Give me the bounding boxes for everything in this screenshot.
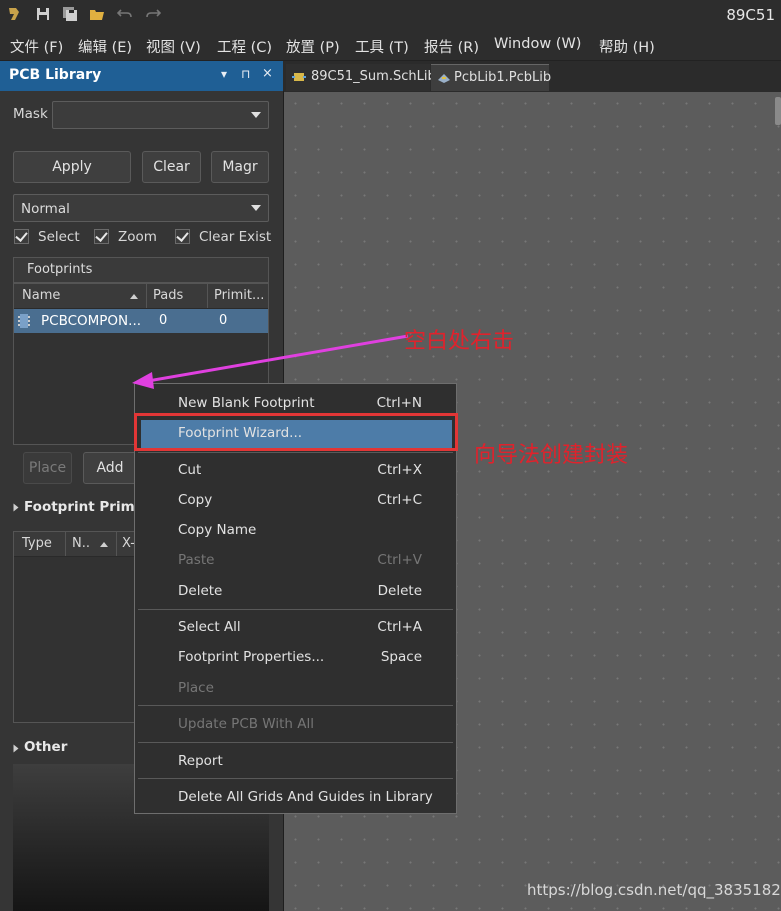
watermark: https://blog.csdn.net/qq_38351824: [527, 881, 781, 899]
annotation-wizard-note: 向导法创建封装: [474, 443, 629, 468]
annotation-arrow: [132, 334, 409, 389]
annotation-right-click: 空白处右击: [404, 329, 515, 354]
